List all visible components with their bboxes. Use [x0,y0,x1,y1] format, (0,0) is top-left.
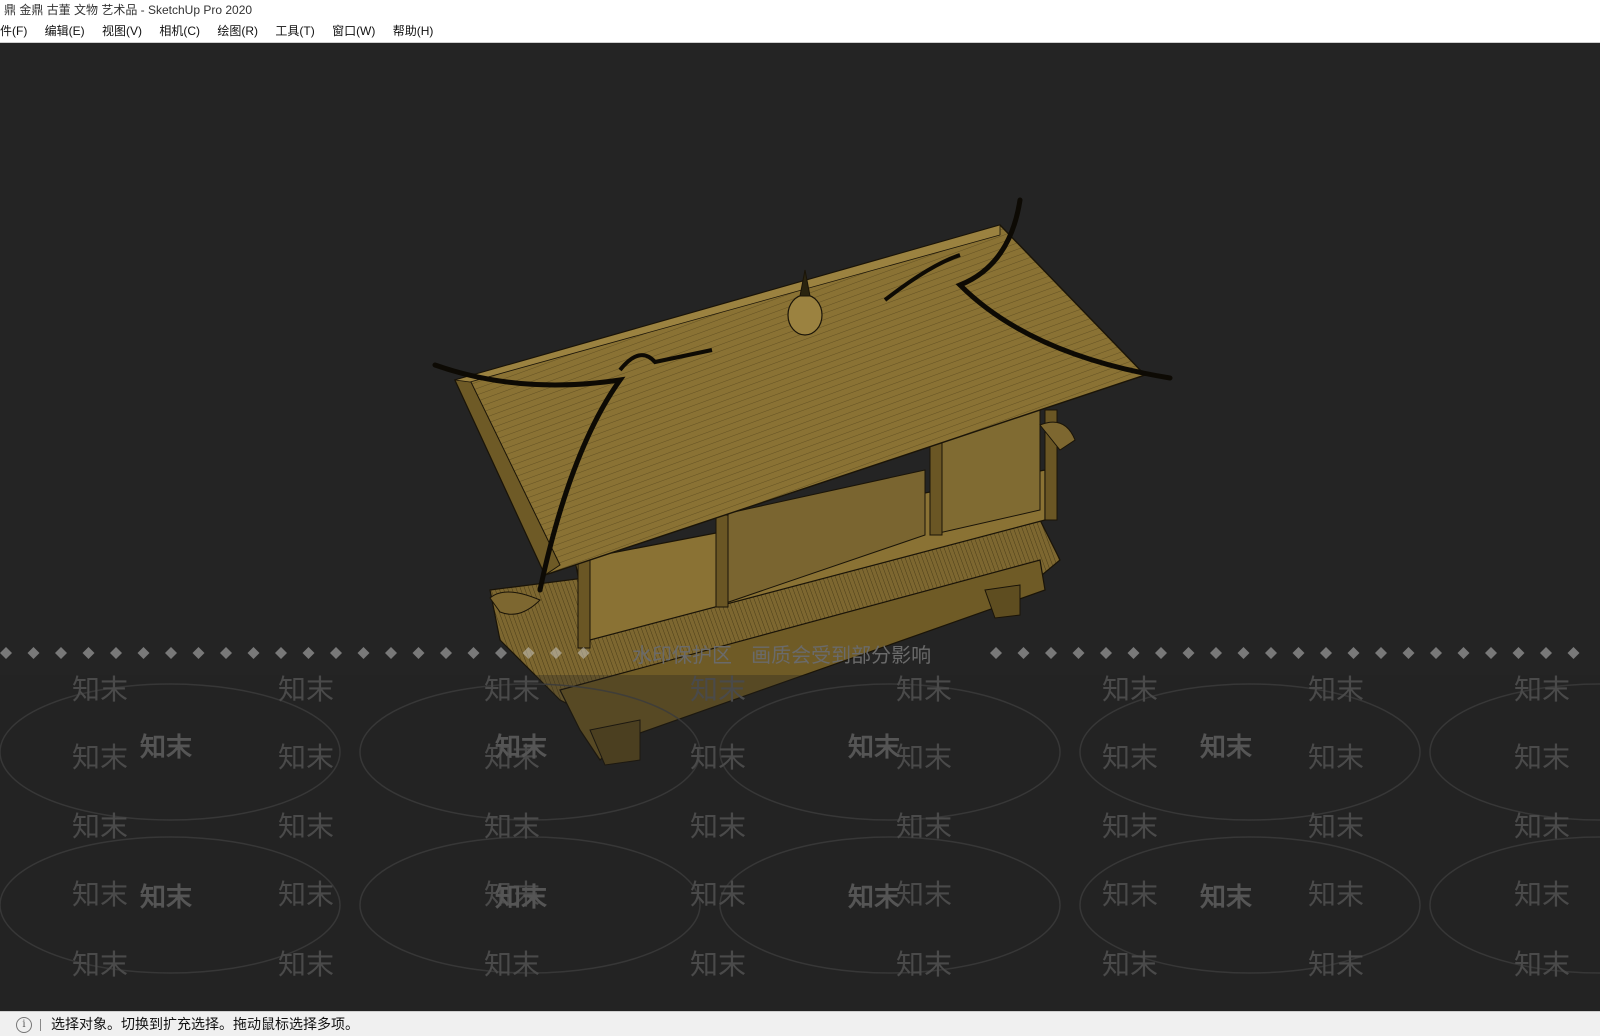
watermark-diamond [55,647,67,659]
status-separator [40,1019,41,1032]
watermark-diamond [165,647,177,659]
menu-draw[interactable]: 绘图(R) [210,21,265,42]
watermark-diamond [1402,647,1415,659]
3d-viewport[interactable]: 水印保护区 画质会受到部分影响 知末 知末 知末 知末 知末 知末 知末 知末 知末 知末 知末 知末… [0,43,1600,1011]
watermark-diamond [1292,647,1305,659]
menu-view[interactable]: 视图(V) [95,21,149,42]
viewport-canvas[interactable] [0,43,1600,1011]
watermark-diamond [27,647,40,659]
watermark-diamond [1347,647,1360,659]
window-title: 鼎 金鼎 古董 文物 艺术品 - SketchUp Pro 2020 [4,3,253,17]
watermark-diamond [1210,647,1222,659]
watermark-diamond [302,647,315,659]
watermark-diamond [1512,647,1525,659]
watermark-diamond [1320,647,1332,659]
menu-bar: 件(F) 编辑(E) 视图(V) 相机(C) 绘图(R) 工具(T) 窗口(W)… [0,21,1600,43]
watermark-diamond [1155,647,1167,659]
menu-tools[interactable]: 工具(T) [268,21,321,42]
watermark-diamond [1567,647,1580,659]
watermark-diamond [1100,647,1112,659]
watermark-diamond [275,647,287,659]
watermark-diamond [990,647,1002,659]
info-icon[interactable]: i [16,1017,32,1034]
menu-help[interactable]: 帮助(H) [386,21,441,42]
watermark-diamond [1457,647,1470,659]
status-bar: i 选择对象。切换到扩充选择。拖动鼠标选择多项。 [0,1011,1600,1036]
watermark-diamond [137,647,150,659]
watermark-diamond [110,647,122,659]
title-bar: 鼎 金鼎 古董 文物 艺术品 - SketchUp Pro 2020 [0,0,1600,21]
watermark-overlay [0,647,1600,1011]
watermark-diamond [1265,647,1277,659]
watermark-banner: 水印保护区 画质会受到部分影响 [632,643,932,667]
status-text: 选择对象。切换到扩充选择。拖动鼠标选择多项。 [51,1016,359,1032]
menu-edit[interactable]: 编辑(E) [38,21,92,42]
watermark-diamond [440,647,452,659]
watermark-diamond [412,647,425,659]
watermark-diamond [357,647,370,659]
watermark-diamond [330,647,342,659]
watermark-diamond [1375,647,1387,659]
watermark-diamond [1182,647,1195,659]
watermark-diamond [247,647,260,659]
watermark-diamond [385,647,397,659]
watermark-diamond [1127,647,1140,659]
watermark-diamond [0,647,12,659]
watermark-diamond [1485,647,1497,659]
watermark-diamond [1017,647,1030,659]
watermark-diamond [1237,647,1250,659]
watermark-diamond [495,647,507,659]
menu-window[interactable]: 窗口(W) [325,21,382,42]
watermark-diamond [220,647,232,659]
watermark-diamond [1430,647,1442,659]
watermark-diamond [1540,647,1552,659]
watermark-diamond [1072,647,1085,659]
menu-camera[interactable]: 相机(C) [152,21,207,42]
watermark-diamond [1045,647,1057,659]
watermark-diamond [192,647,205,659]
watermark-diamond [467,647,480,659]
menu-file[interactable]: 件(F) [0,21,34,42]
watermark-diamond [82,647,95,659]
